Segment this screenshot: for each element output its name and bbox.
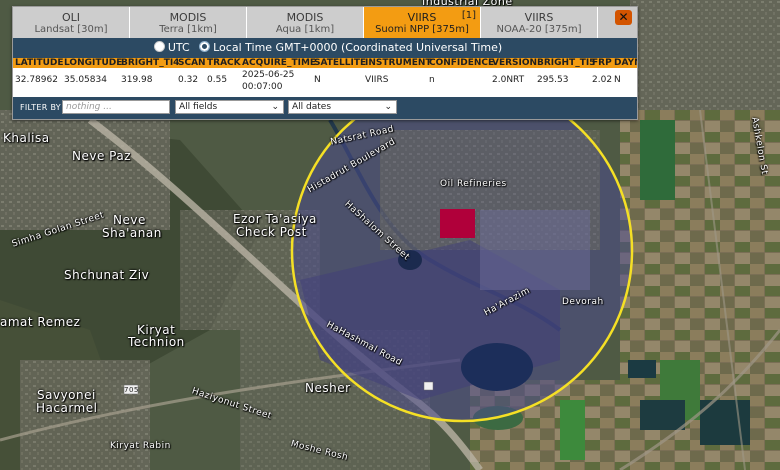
satellite-tabs: OLI Landsat [30m] MODIS Terra [1km] MODI…	[13, 7, 637, 38]
column-header: SCAN	[178, 58, 206, 68]
column-header: TRACK	[207, 58, 241, 68]
table-cell: 32.78962	[15, 75, 58, 85]
map-label: Neve Paz	[72, 149, 132, 163]
table-cell: 35.05834	[64, 75, 107, 85]
field-select[interactable]: All fields ⌄	[175, 100, 284, 114]
map-label: Khalisa	[3, 131, 50, 145]
column-header: LONGITUDE	[64, 58, 123, 68]
column-header: CONFIDENCE	[429, 58, 495, 68]
map-label: amat Remez	[0, 315, 81, 329]
table-cell: N	[614, 75, 621, 85]
table-cell: 2.02	[592, 75, 613, 85]
table-cell: N	[314, 75, 321, 85]
column-header: BRIGHT_TI5	[537, 58, 596, 68]
map-label: Devorah	[562, 297, 604, 307]
map-label: Check Post	[236, 225, 307, 239]
column-header: BRIGHT_TI4	[121, 58, 180, 68]
map-label: Sha'anan	[102, 226, 162, 240]
map-label: Oil Refineries	[440, 179, 507, 189]
tab-viirs-suomi-npp[interactable]: VIIRS [1] Suomi NPP [375m]	[364, 7, 481, 38]
chevron-down-icon: ⌄	[271, 102, 279, 112]
filter-input[interactable]: nothing ...	[62, 100, 170, 114]
table-cell: 2.0NRT	[492, 75, 525, 85]
column-header: VERSION	[492, 58, 538, 68]
tab-viirs-noaa20[interactable]: VIIRS NOAA-20 [375m]	[481, 7, 598, 38]
column-header: DAYNIGHT	[614, 58, 637, 68]
chevron-down-icon: ⌄	[384, 102, 392, 112]
filter-label: FILTER BY	[20, 103, 61, 112]
tab-modis-terra[interactable]: MODIS Terra [1km]	[130, 7, 247, 38]
table-cell: 2025-06-25 00:07:00	[242, 70, 295, 92]
fire-info-panel: OLI Landsat [30m] MODIS Terra [1km] MODI…	[12, 6, 638, 120]
date-select[interactable]: All dates ⌄	[288, 100, 397, 114]
timezone-selector: UTC Local Time GMT+0000 (Coordinated Uni…	[13, 38, 637, 58]
tab-oli-landsat[interactable]: OLI Landsat [30m]	[13, 7, 130, 38]
map-label: Neve	[113, 213, 146, 227]
result-count-badge: [1]	[461, 10, 476, 21]
road-number: 705	[124, 386, 139, 394]
table-cell: 0.55	[207, 75, 228, 85]
utc-radio[interactable]	[153, 41, 165, 52]
table-cell: 295.53	[537, 75, 569, 85]
column-header: LATITUDE	[15, 58, 64, 68]
map-label: Ezor Ta'asiya	[233, 212, 317, 226]
map-label: Shchunat Ziv	[64, 268, 150, 282]
table-cell: VIIRS	[365, 75, 389, 85]
map-label: Kiryat Rabin	[110, 441, 171, 451]
column-header: INSTRUMENT	[365, 58, 432, 68]
map-label: Nesher	[305, 381, 351, 395]
column-header: FRP	[592, 58, 612, 68]
filter-bar: FILTER BY nothing ... All fields ⌄ All d…	[13, 97, 637, 119]
tab-modis-aqua[interactable]: MODIS Aqua [1km]	[247, 7, 364, 38]
column-header: SATELLITE	[314, 58, 367, 68]
column-header: ACQUIRE_TIME	[242, 58, 317, 68]
table-header-row: LATITUDE LONGITUDE BRIGHT_TI4 SCAN TRACK…	[13, 58, 637, 68]
close-icon[interactable]: ✕	[615, 10, 632, 25]
map-label: Savyonei	[37, 388, 96, 402]
table-row: 32.78962 35.05834 319.98 0.32 0.55 2025-…	[13, 68, 637, 96]
fire-data-table: LATITUDE LONGITUDE BRIGHT_TI4 SCAN TRACK…	[13, 58, 637, 96]
map-label: Hacarmel	[36, 401, 98, 415]
map-label: Technion	[128, 335, 185, 349]
table-cell: 319.98	[121, 75, 153, 85]
local-time-radio[interactable]	[199, 41, 211, 52]
table-cell: 0.32	[178, 75, 199, 85]
table-cell: n	[429, 75, 435, 85]
fire-detection-marker	[440, 209, 475, 238]
